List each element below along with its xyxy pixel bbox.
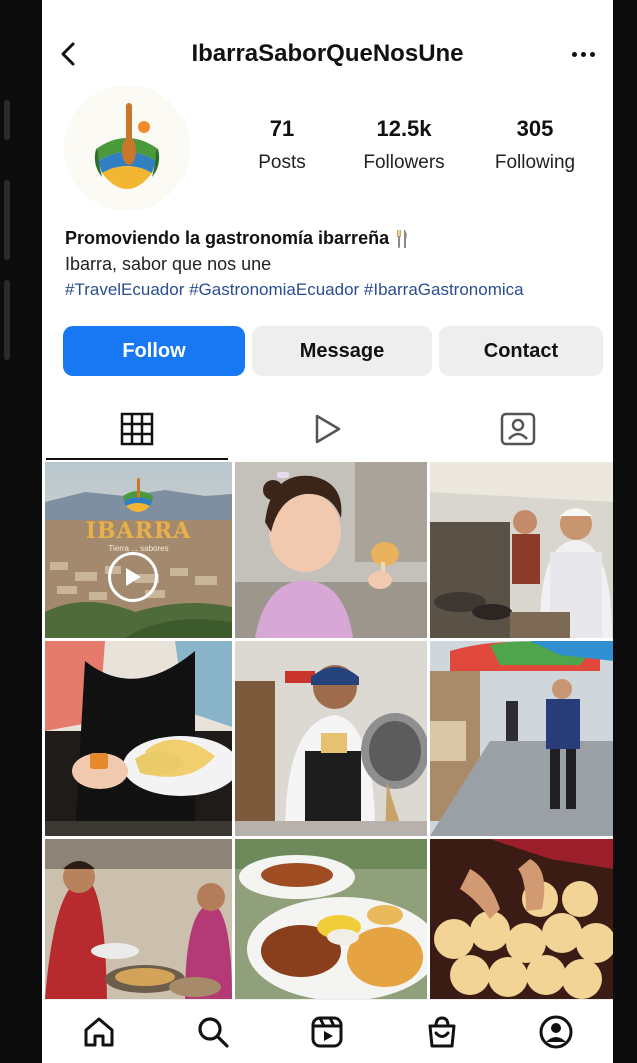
phone-side-button bbox=[4, 100, 10, 140]
bread-dough-image bbox=[430, 839, 613, 999]
ibarra-logo-icon bbox=[123, 478, 153, 512]
bottom-navigation bbox=[42, 999, 613, 1063]
shop-icon bbox=[428, 1015, 456, 1047]
bio-name: Promoviendo la gastronomía ibarreña bbox=[65, 228, 390, 248]
post-thumbnail-market-cooks[interactable] bbox=[430, 462, 613, 638]
phone-frame-right bbox=[613, 0, 637, 1063]
chef-cooking-image bbox=[235, 641, 427, 836]
stat-value: 305 bbox=[516, 116, 554, 141]
play-video-button[interactable] bbox=[108, 552, 158, 602]
profile-header: IbarraSaborQueNosUne bbox=[42, 0, 613, 90]
nav-profile[interactable] bbox=[531, 1007, 581, 1057]
food-plate-image bbox=[235, 839, 427, 999]
fork-knife-icon bbox=[397, 229, 407, 248]
reels-icon bbox=[311, 1016, 343, 1047]
post-thumbnail-street-market[interactable] bbox=[430, 641, 613, 836]
contact-button[interactable]: Contact bbox=[439, 326, 603, 376]
profile-screen: IbarraSaborQueNosUne 71 Posts 12.5k Foll… bbox=[42, 0, 613, 1063]
play-icon bbox=[126, 568, 141, 586]
post-thumbnail-bread-dough[interactable] bbox=[430, 839, 613, 999]
home-icon bbox=[84, 1017, 114, 1046]
tab-tagged[interactable] bbox=[423, 398, 613, 460]
market-cooks-image bbox=[430, 462, 613, 638]
more-dot bbox=[589, 51, 595, 57]
tortillas-plate-image bbox=[45, 641, 232, 836]
more-dot bbox=[571, 51, 577, 57]
stat-following[interactable]: 305 Following bbox=[476, 116, 594, 174]
search-icon bbox=[198, 1016, 229, 1048]
phone-side-button bbox=[4, 180, 10, 260]
post-thumbnail-ibarra-video[interactable]: IBARRA Tierra ... sabores bbox=[45, 462, 232, 638]
stat-posts[interactable]: 71 Posts bbox=[232, 116, 332, 174]
nav-reels[interactable] bbox=[302, 1007, 352, 1057]
ibarra-logo-icon bbox=[65, 86, 189, 210]
message-button[interactable]: Message bbox=[252, 326, 432, 376]
post-thumbnail-chef-cooking[interactable] bbox=[235, 641, 427, 836]
bio-name-row: Promoviendo la gastronomía ibarreña bbox=[65, 228, 607, 249]
stat-label: Following bbox=[494, 152, 576, 173]
street-market-image bbox=[430, 641, 613, 836]
profile-actions: Follow Message Contact bbox=[63, 326, 603, 376]
profile-bio: Promoviendo la gastronomía ibarreña Ibar… bbox=[65, 228, 607, 300]
nav-home[interactable] bbox=[74, 1007, 124, 1057]
more-dot bbox=[580, 51, 586, 57]
tab-posts-grid[interactable] bbox=[42, 398, 232, 460]
post-thumbnail-tortillas-plate[interactable] bbox=[45, 641, 232, 836]
profile-handle: IbarraSaborQueNosUne bbox=[191, 40, 464, 67]
reels-play-icon bbox=[316, 414, 341, 444]
profile-tabs bbox=[42, 398, 613, 460]
video-title: IBARRA bbox=[85, 518, 192, 544]
stat-followers[interactable]: 12.5k Followers bbox=[344, 116, 464, 174]
stat-label: Posts bbox=[258, 152, 306, 173]
nav-shop[interactable] bbox=[417, 1007, 467, 1057]
phone-frame-left bbox=[0, 0, 42, 1063]
posts-grid: IBARRA Tierra ... sabores bbox=[45, 462, 613, 999]
bio-line: Ibarra, sabor que nos une bbox=[65, 254, 272, 274]
nav-search[interactable] bbox=[188, 1007, 238, 1057]
more-options-button[interactable] bbox=[567, 42, 599, 66]
stat-value: 71 bbox=[269, 116, 295, 141]
post-thumbnail-women-cooking[interactable] bbox=[45, 839, 232, 999]
stat-label: Followers bbox=[363, 152, 445, 173]
phone-side-button bbox=[4, 280, 10, 360]
post-thumbnail-girl-eating[interactable] bbox=[235, 462, 427, 638]
tab-reels[interactable] bbox=[232, 398, 422, 460]
tagged-person-icon bbox=[500, 412, 536, 446]
post-thumbnail-food-plate[interactable] bbox=[235, 839, 427, 999]
grid-icon bbox=[120, 412, 154, 446]
profile-icon bbox=[539, 1015, 573, 1048]
stat-value: 12.5k bbox=[376, 116, 432, 141]
women-cooking-image bbox=[45, 839, 232, 999]
profile-stats: 71 Posts 12.5k Followers 305 Following bbox=[232, 116, 603, 174]
profile-avatar[interactable] bbox=[64, 85, 190, 211]
bio-hashtags[interactable]: #TravelEcuador #GastronomiaEcuador #Ibar… bbox=[65, 280, 607, 300]
girl-eating-image bbox=[235, 462, 427, 638]
follow-button[interactable]: Follow bbox=[63, 326, 245, 376]
